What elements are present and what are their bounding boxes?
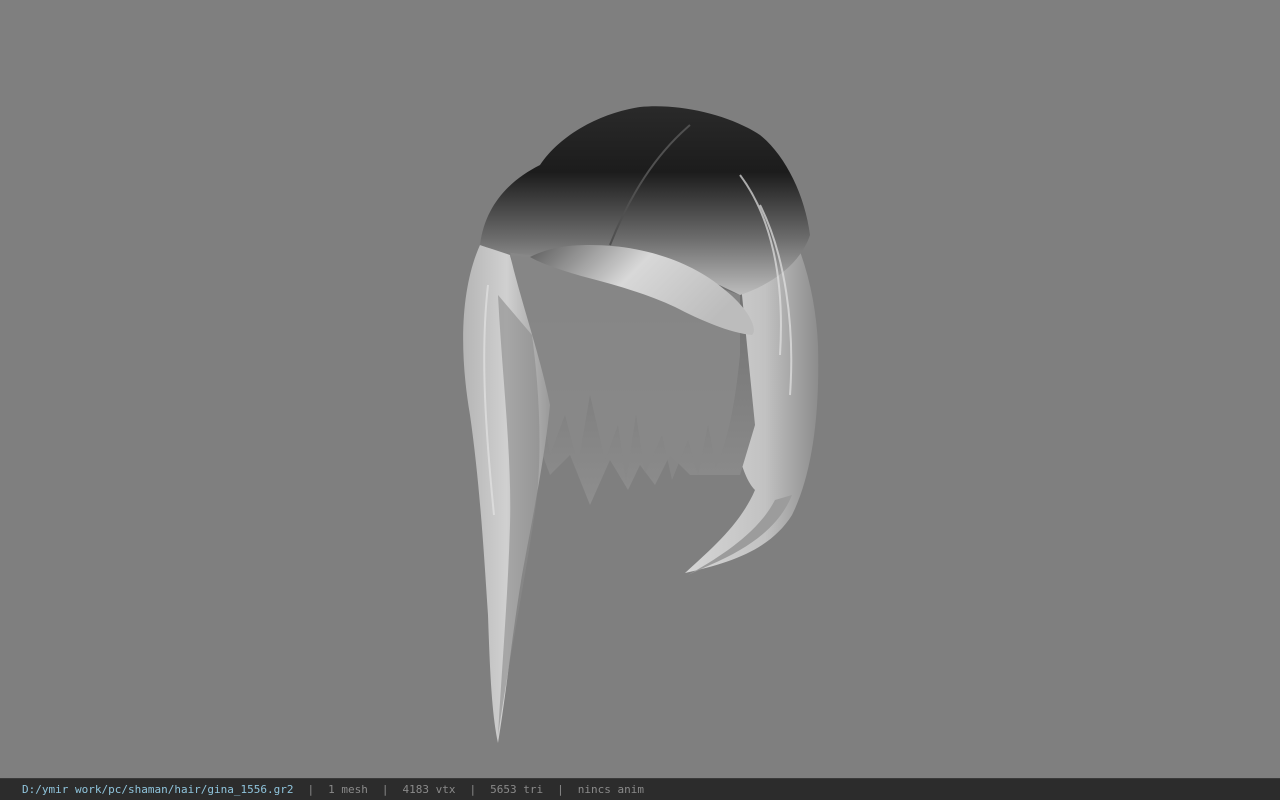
3d-viewport[interactable] [0, 0, 1280, 778]
vertex-count: 4183 vtx [402, 783, 456, 796]
animation-status: nincs anim [577, 783, 644, 796]
status-separator: | [307, 783, 315, 796]
status-separator: | [381, 783, 389, 796]
hair-mesh-model[interactable] [440, 95, 840, 755]
status-separator: | [469, 783, 477, 796]
file-path: D:/ymir work/pc/shaman/hair/gina_1556.gr… [22, 783, 294, 796]
mesh-count: 1 mesh [328, 783, 368, 796]
triangle-count: 5653 tri [490, 783, 544, 796]
status-separator: | [557, 783, 564, 796]
status-bar: D:/ymir work/pc/shaman/hair/gina_1556.gr… [0, 778, 1280, 800]
